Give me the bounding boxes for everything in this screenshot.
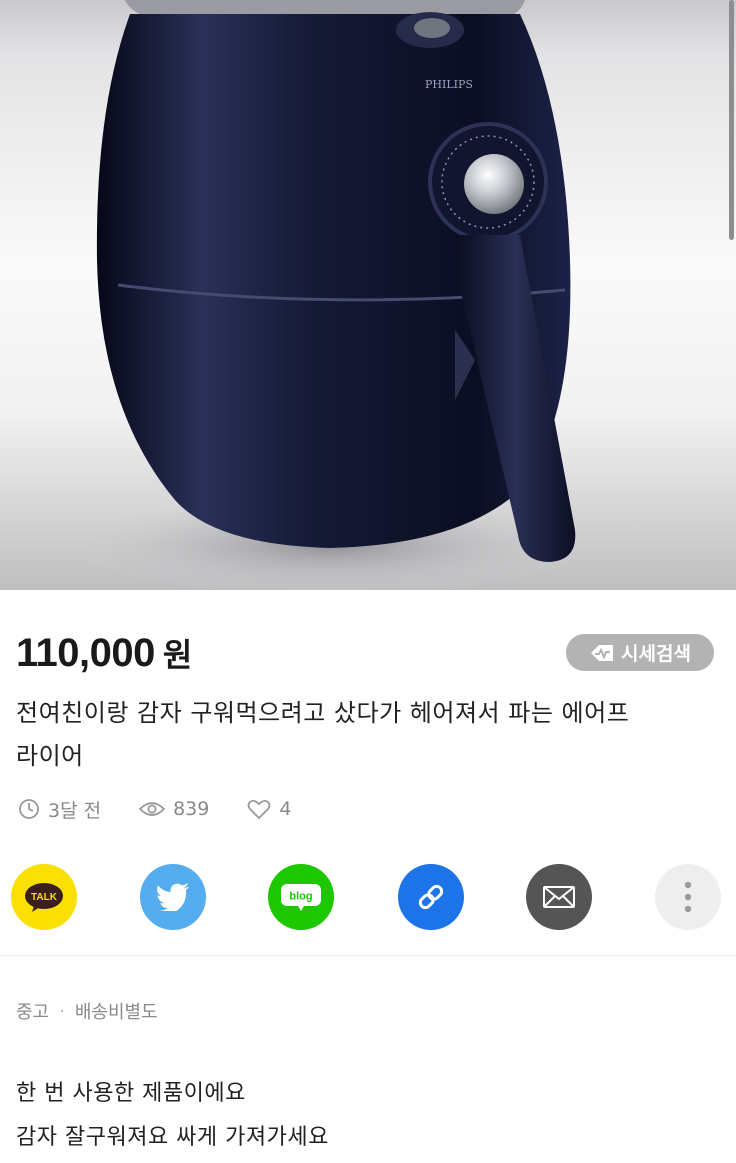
price-amount: 110,000: [16, 631, 155, 675]
listing-title-line2: 라이어: [16, 742, 84, 770]
share-twitter-button[interactable]: [140, 864, 206, 930]
eye-icon: [139, 802, 166, 816]
link-icon: [418, 884, 444, 910]
listing-tags: 중고 · 배송비별도: [16, 998, 158, 1024]
posted-time: 3달 전: [18, 796, 101, 823]
listing-meta: 3달 전 839 4: [18, 795, 329, 823]
tag-separator: ·: [59, 1000, 65, 1022]
market-price-search-label: 시세검색: [621, 643, 691, 665]
more-options-button[interactable]: [655, 864, 721, 930]
naver-blog-icon-label: blog: [289, 891, 312, 903]
listing-description: 한 번 사용한 제품이에요 감자 잘구워져요 싸게 가져가세요: [16, 1072, 329, 1160]
listing-title: 전여친이랑 감자 구워먹으려고 샀다가 헤어져서 파는 에어프 라이어: [16, 692, 716, 778]
share-email-button[interactable]: [526, 864, 592, 930]
like-count-text: 4: [279, 798, 292, 820]
description-line2: 감자 잘구워져요 싸게 가져가세요: [16, 1125, 329, 1150]
share-kakaotalk-button[interactable]: TALK: [11, 864, 77, 930]
copy-link-button[interactable]: [398, 864, 464, 930]
price-unit: 원: [162, 636, 193, 674]
product-image[interactable]: PHILIPS: [0, 0, 736, 590]
view-count: 839: [139, 798, 209, 820]
heart-icon: [247, 799, 271, 819]
shipping-tag: 배송비별도: [74, 1002, 158, 1023]
price-row: 110,000 원: [16, 630, 193, 675]
section-divider: [0, 955, 736, 956]
posted-time-text: 3달 전: [48, 799, 102, 822]
brand-logo-text: PHILIPS: [425, 78, 473, 91]
clock-icon: [19, 799, 39, 819]
description-line1: 한 번 사용한 제품이에요: [16, 1081, 246, 1106]
listing-title-line1: 전여친이랑 감자 구워먹으려고 샀다가 헤어져서 파는 에어프: [16, 699, 630, 727]
price-tag-icon: [591, 644, 614, 661]
air-fryer-photo: PHILIPS: [70, 0, 590, 590]
kakaotalk-icon: TALK: [25, 883, 63, 912]
condition-tag: 중고: [16, 1002, 50, 1023]
envelope-icon: [543, 886, 575, 908]
scrollbar[interactable]: [729, 0, 734, 240]
kakaotalk-icon-label: TALK: [31, 892, 58, 903]
twitter-icon: [156, 883, 189, 911]
more-vertical-icon: [684, 881, 692, 913]
view-count-text: 839: [173, 798, 210, 820]
like-count: 4: [247, 798, 291, 820]
market-price-search-button[interactable]: 시세검색: [566, 634, 714, 671]
naver-blog-icon: blog: [281, 884, 321, 911]
share-blog-button[interactable]: blog: [268, 864, 334, 930]
